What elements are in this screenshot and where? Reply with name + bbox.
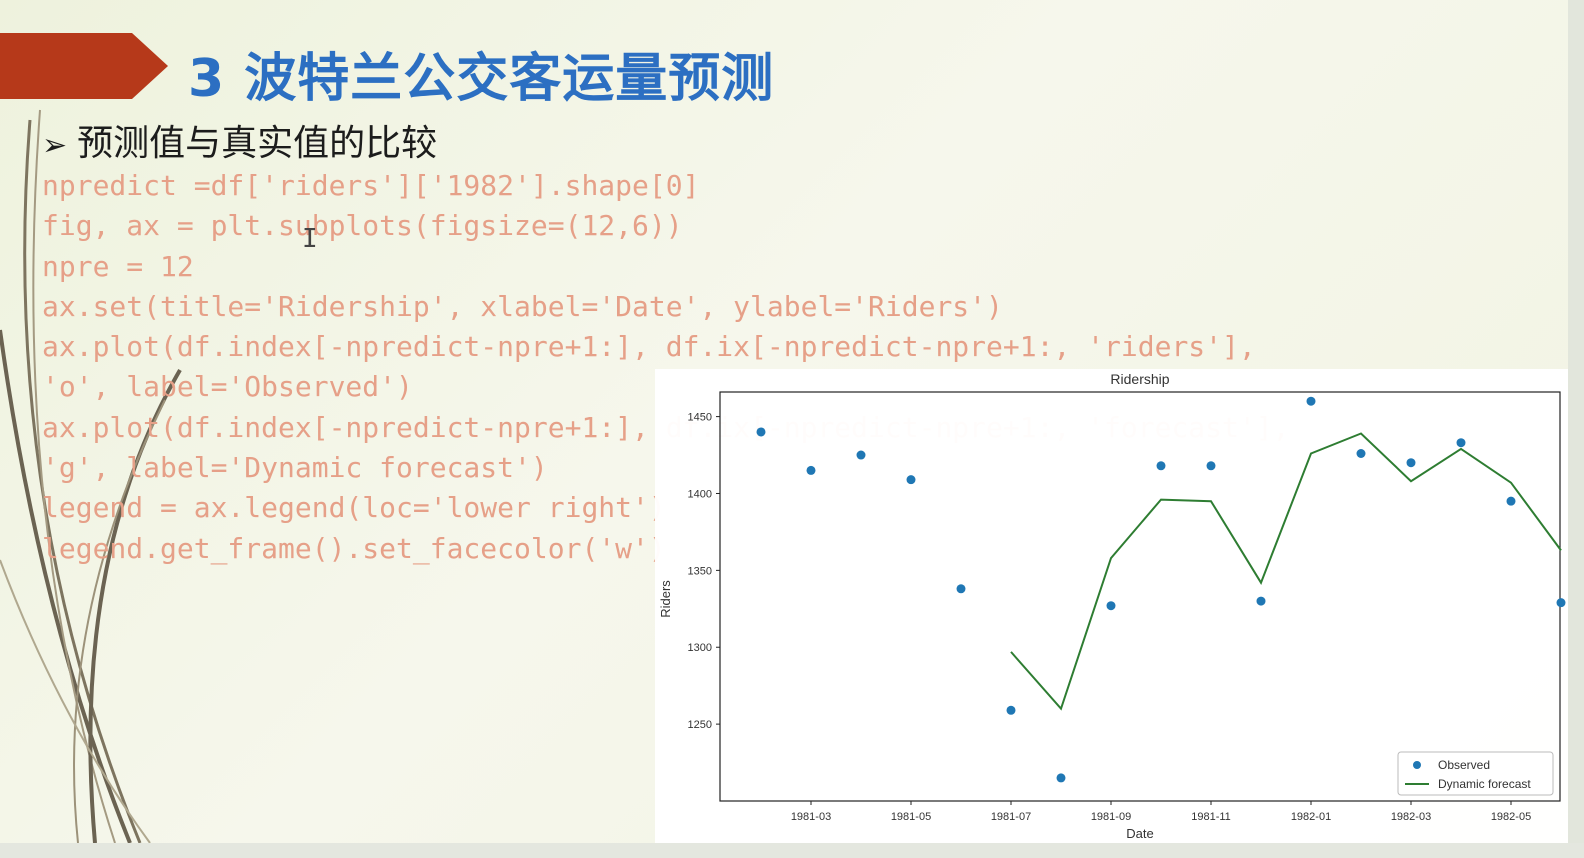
observed-point (1456, 438, 1466, 448)
code-line: ax.plot(df.index[-npredict-npre+1:], df.… (42, 330, 1256, 364)
observed-point (806, 465, 816, 475)
legend-observed-marker (1413, 761, 1421, 769)
y-tick-label: 1450 (688, 412, 712, 424)
x-tick-label: 1981-09 (1091, 811, 1131, 823)
x-tick-label: 1981-05 (891, 811, 931, 823)
x-axis-label: Date (1126, 826, 1153, 841)
code-line: npredict =df['riders']['1982'].shape[0] (42, 169, 700, 202)
y-tick-label: 1300 (688, 642, 712, 654)
ridership-chart: Ridership Date Riders 1250 1300 1350 1400 1450 1… (658, 371, 1566, 841)
observed-point (1206, 461, 1216, 471)
code-line: 'o', label='Observed') (42, 370, 413, 404)
window-edge-right (1568, 0, 1584, 858)
x-tick-label: 1981-11 (1191, 811, 1231, 823)
y-axis-label: Riders (658, 580, 673, 618)
observed-point (1556, 598, 1566, 608)
observed-point (956, 584, 966, 594)
bullet-heading: ➢ 预测值与真实值的比较 (42, 114, 437, 166)
y-tick-label: 1350 (688, 565, 712, 577)
observed-point (1506, 496, 1516, 506)
x-tick-label: 1981-07 (991, 811, 1031, 823)
observed-point (1006, 705, 1016, 715)
legend-forecast-label: Dynamic forecast (1438, 777, 1531, 791)
code-line: npre = 12 (42, 249, 194, 283)
slide: 3 波特兰公交客运量预测 ➢ 预测值与真实值的比较 npredict =df['r… (0, 0, 1568, 843)
observed-point (1256, 596, 1266, 606)
observed-point (1356, 449, 1366, 459)
x-tick-label: 1981-03 (791, 811, 831, 823)
forecast-series-line (1010, 432, 1562, 711)
observed-point (1106, 601, 1116, 611)
legend-observed-label: Observed (1438, 758, 1490, 772)
window-edge-bottom (0, 843, 1584, 858)
observed-point (906, 475, 916, 485)
code-line: fig, ax = plt.subplots(figsize=(12,6)) (42, 209, 683, 243)
observed-point (1306, 396, 1316, 406)
slide-title: 3 波特兰公交客运量预测 (188, 49, 775, 109)
x-tick-label: 1982-03 (1391, 811, 1431, 823)
y-tick-label: 1250 (688, 719, 712, 731)
x-tick-label: 1982-01 (1291, 811, 1331, 823)
observed-point (1156, 461, 1166, 471)
bullet-arrow-icon: ➢ (42, 128, 68, 163)
code-line: ax.set(title='Ridership', xlabel='Date',… (42, 289, 1003, 323)
observed-point (756, 427, 766, 437)
observed-point (1056, 773, 1066, 783)
observed-point (1406, 458, 1416, 468)
x-tick-label: 1982-05 (1491, 811, 1531, 823)
code-line: legend = ax.legend(loc='lower right') (42, 491, 666, 525)
plot-frame (719, 391, 1561, 802)
chart-title: Ridership (1110, 371, 1169, 387)
code-line: legend.get_frame().set_facecolor('w') (42, 531, 666, 565)
text-cursor-icon: I (302, 224, 318, 254)
code-line: 'g', label='Dynamic forecast') (42, 451, 548, 485)
bullet-text: 预测值与真实值的比较 (77, 123, 438, 164)
observed-point (856, 450, 866, 460)
y-tick-label: 1400 (688, 488, 712, 500)
